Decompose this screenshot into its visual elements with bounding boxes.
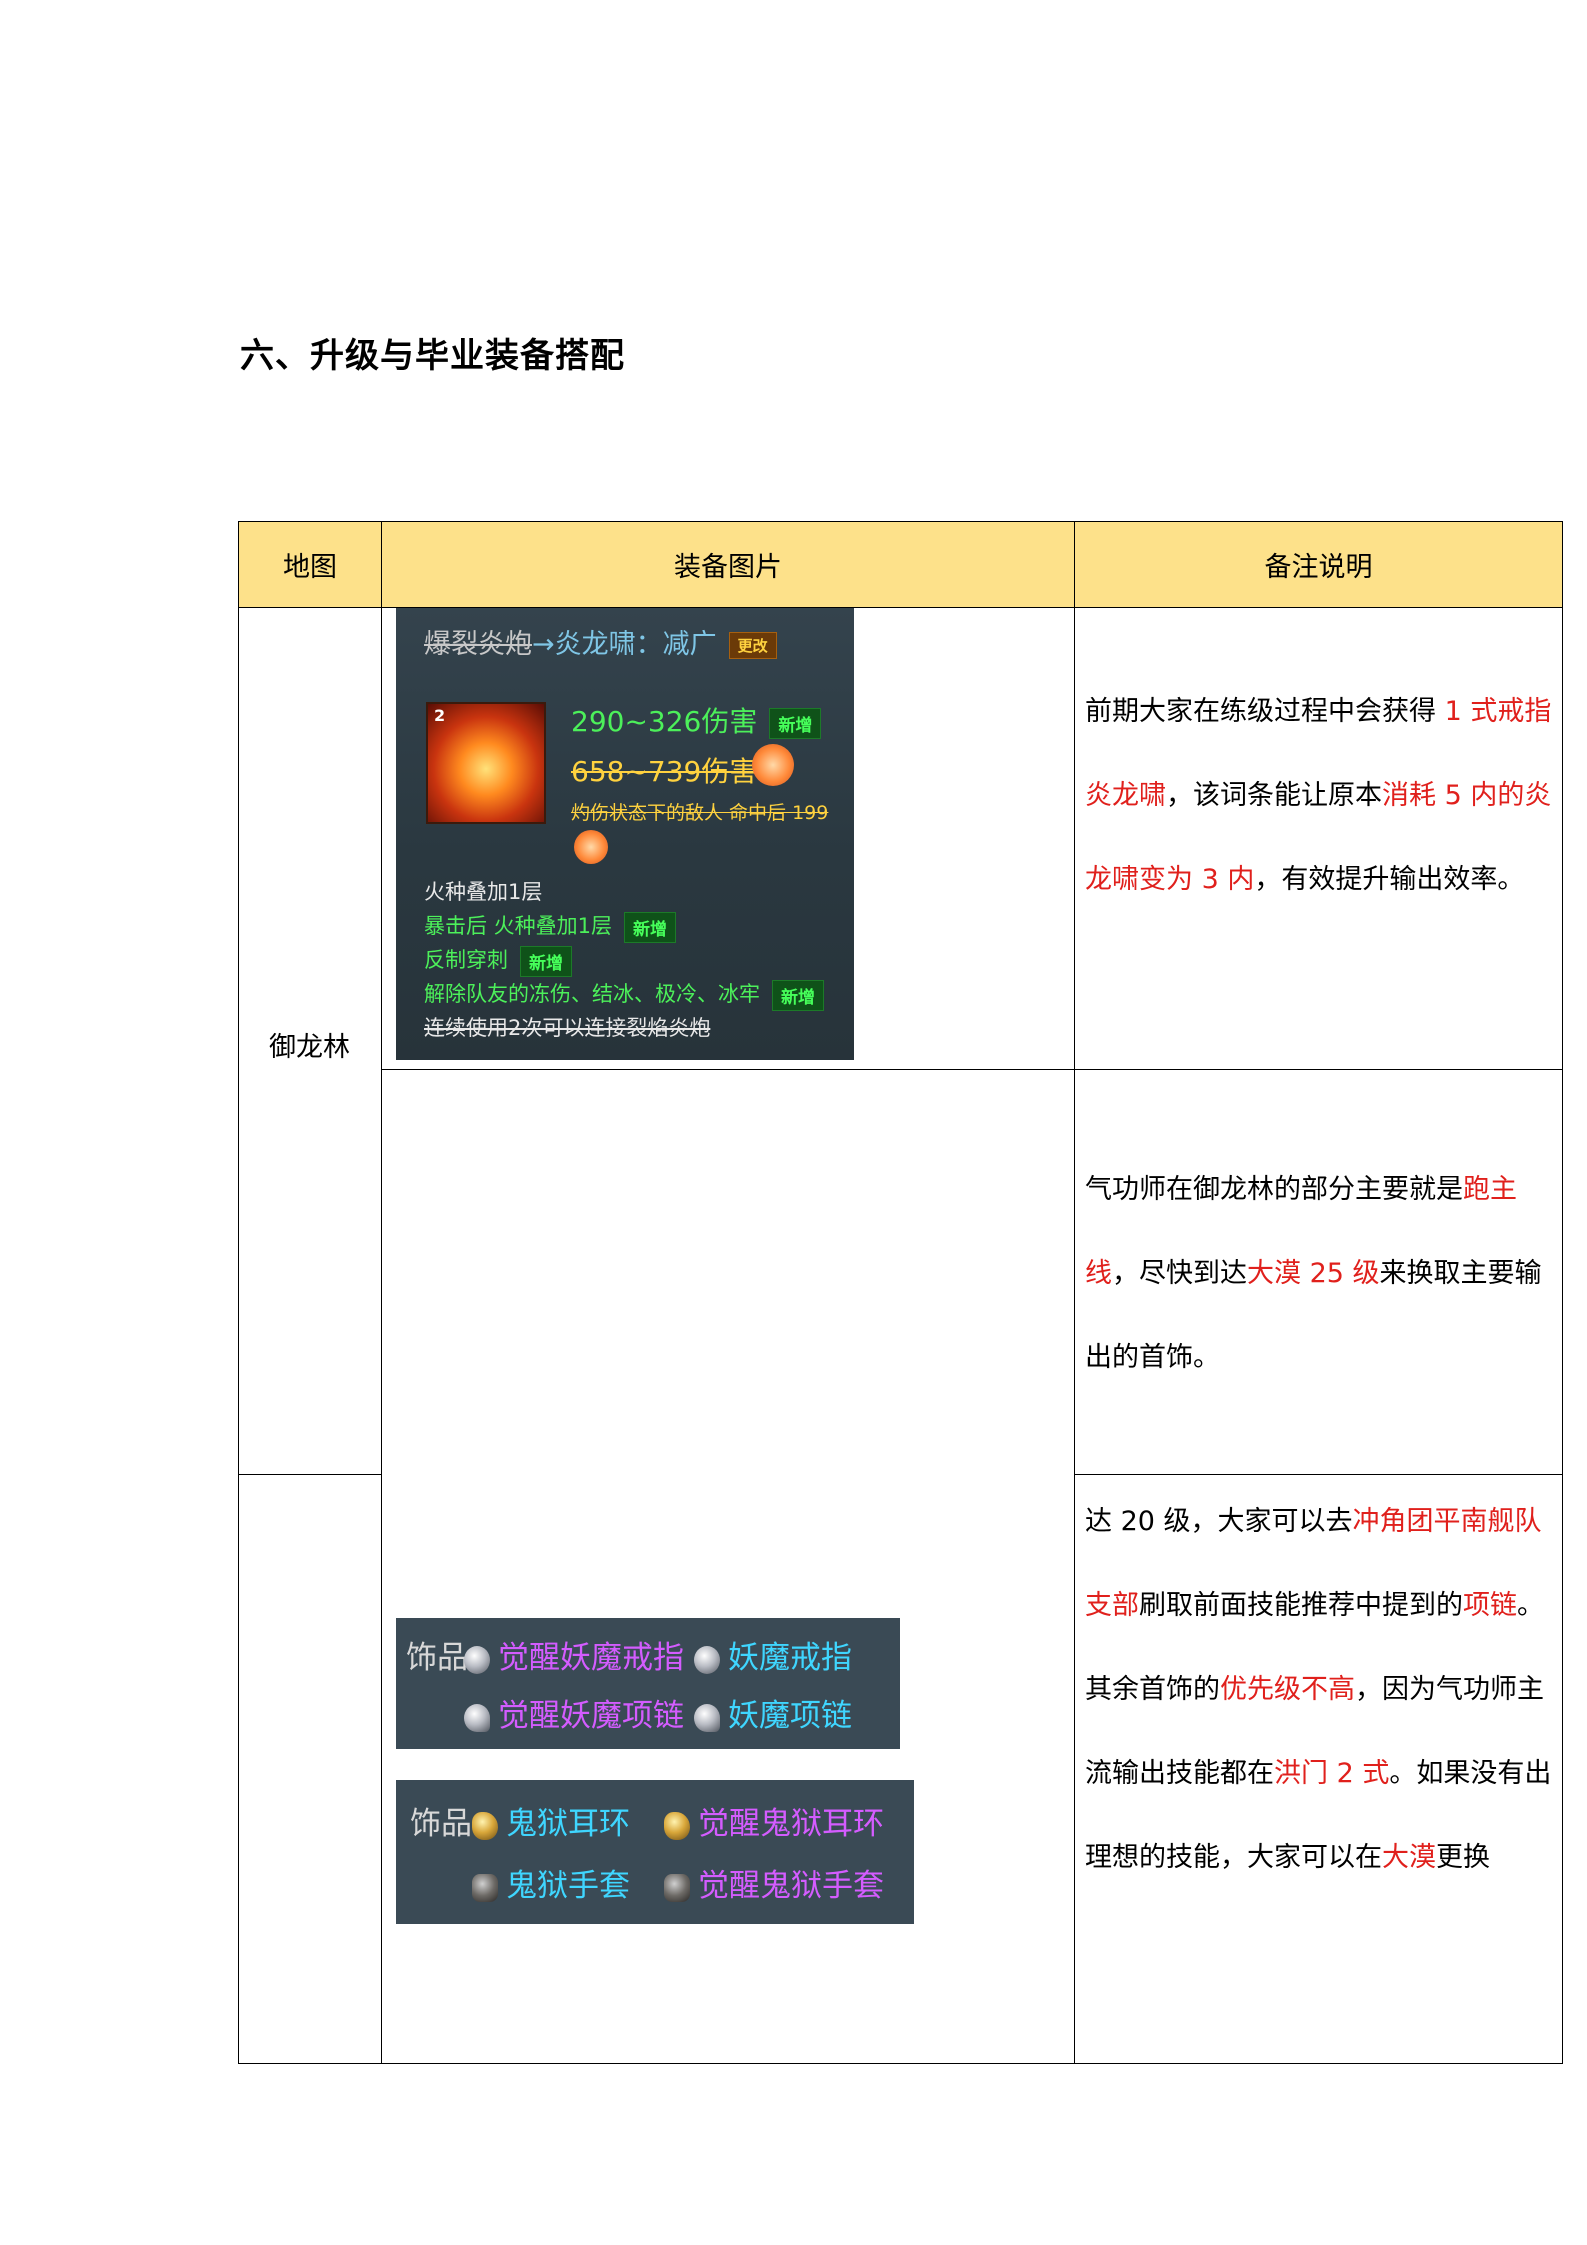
accessory-name: 鬼狱手套 (506, 1868, 630, 1904)
map-cell-empty (238, 1474, 382, 2064)
note-paragraph: 达 20 级，大家可以去冲角团平南舰队支部刷取前面技能推荐中提到的项链。 (1085, 1480, 1563, 1648)
header-equipment-image-label: 装备图片 (674, 552, 782, 583)
effect-line: 火种叠加1层 (424, 876, 542, 906)
burn-text: 灼伤状态下的敌人 命中后 199 (571, 802, 829, 824)
note-row-1: 前期大家在练级过程中会获得 1 式戒指炎龙啸，该词条能让原本消耗 5 内的炎龙啸… (1085, 670, 1563, 922)
necklace-icon (694, 1703, 720, 1732)
earring-icon (472, 1811, 498, 1840)
necklace-icon (464, 1703, 490, 1732)
old-skill-name: 爆裂炎炮 (424, 629, 532, 660)
note-text: 其余首饰的 (1085, 1674, 1220, 1705)
note-text: 。 (1517, 1590, 1544, 1621)
accessory-name: 鬼狱耳环 (506, 1806, 630, 1842)
glove-icon (472, 1873, 498, 1902)
note-text: ，有效提升输出效率。 (1254, 864, 1525, 895)
new-tag: 新增 (520, 945, 572, 977)
header-map-label: 地图 (283, 552, 337, 583)
note-paragraph: 气功师在御龙林的部分主要就是跑主线，尽快到达大漠 25 级来换取主要输出的首饰。 (1085, 1148, 1563, 1400)
arrow-icon: → (532, 629, 555, 660)
skill-tooltip-image: 爆裂炎炮→炎龙啸：减广 更改 2 290~326伤害 新增 658~739伤害 灼伤… (396, 608, 854, 1060)
skill-level: 2 (434, 706, 446, 725)
accessory-item: 觉醒鬼狱耳环 (664, 1798, 884, 1843)
note-row-3: 达 20 级，大家可以去冲角团平南舰队支部刷取前面技能推荐中提到的项链。 其余首饰… (1085, 1480, 1563, 1900)
accessory-item: 觉醒妖魔戒指 (464, 1632, 684, 1677)
glove-icon (664, 1873, 690, 1902)
note-text: 达 20 级，大家可以去 (1085, 1506, 1353, 1537)
header-notes: 备注说明 (1074, 521, 1563, 608)
effect-line: 连续使用2次可以连接裂焰炎炮 (424, 1012, 710, 1042)
note-highlight: 洪门 2 式 (1274, 1758, 1390, 1789)
header-map: 地图 (238, 521, 382, 608)
accessory-label: 饰品 (410, 1806, 472, 1842)
accessories-image-2: 饰品 鬼狱耳环 觉醒鬼狱耳环 鬼狱手套 觉醒鬼狱手套 (396, 1780, 914, 1924)
accessories-image-1: 饰品 觉醒妖魔戒指 妖魔戒指 觉醒妖魔项链 妖魔项链 (396, 1618, 900, 1749)
accessory-item: 鬼狱耳环 (472, 1798, 630, 1843)
note-highlight: 大漠 25 级 (1247, 1258, 1380, 1289)
effect-line: 反制穿刺 新增 (424, 944, 572, 977)
effect-text: 连续使用2次可以连接裂焰炎炮 (424, 1016, 711, 1040)
note-text: ，该词条能让原本 (1166, 780, 1382, 811)
section-heading: 六、升级与毕业装备搭配 (240, 336, 625, 376)
note-row-2: 气功师在御龙林的部分主要就是跑主线，尽快到达大漠 25 级来换取主要输出的首饰。 (1085, 1148, 1563, 1400)
effect-text: 暴击后 火种叠加1层 (424, 914, 613, 938)
note-highlight: 项链 (1463, 1590, 1517, 1621)
accessory-label: 饰品 (406, 1640, 468, 1676)
fist-icon (574, 830, 608, 864)
header-notes-label: 备注说明 (1264, 552, 1373, 583)
note-paragraph: 其余首饰的优先级不高，因为气功师主流输出技能都在洪门 2 式。如果没有出理想的技… (1085, 1648, 1563, 1900)
accessory-item: 觉醒妖魔项链 (464, 1690, 684, 1735)
new-tag: 新增 (772, 979, 824, 1011)
accessory-name: 觉醒鬼狱手套 (698, 1868, 884, 1904)
damage-new: 290~326伤害 (571, 705, 758, 738)
damage-new-line: 290~326伤害 新增 (571, 700, 822, 740)
header-equipment-image: 装备图片 (381, 521, 1075, 608)
earring-icon (664, 1811, 690, 1840)
accessory-name: 觉醒鬼狱耳环 (698, 1806, 884, 1842)
fist-icon (752, 744, 794, 786)
flame-skill-icon: 2 (426, 702, 546, 824)
effect-text: 火种叠加1层 (424, 880, 543, 904)
map-name: 御龙林 (269, 1032, 350, 1063)
effect-line: 解除队友的冻伤、结冰、极冷、冰牢 新增 (424, 978, 824, 1011)
accessory-item: 觉醒鬼狱手套 (664, 1860, 884, 1905)
accessory-item: 妖魔戒指 (694, 1632, 852, 1677)
skill-title-line: 爆裂炎炮→炎龙啸：减广 更改 (424, 622, 777, 661)
note-text: ，尽快到达 (1112, 1258, 1247, 1289)
note-highlight: 优先级不高 (1220, 1674, 1355, 1705)
note-text: 刷取前面技能推荐中提到的 (1139, 1590, 1463, 1621)
accessory-name: 觉醒妖魔项链 (498, 1698, 684, 1734)
new-tag: 新增 (769, 707, 822, 739)
new-skill-name: 炎龙啸：减广 (554, 629, 717, 660)
note-text: 更换 (1436, 1842, 1490, 1873)
accessory-name: 觉醒妖魔戒指 (498, 1640, 684, 1676)
effect-text: 反制穿刺 (424, 948, 508, 972)
accessory-name: 妖魔戒指 (728, 1640, 852, 1676)
ring-icon (694, 1645, 720, 1674)
accessory-item: 鬼狱手套 (472, 1860, 630, 1905)
accessory-name: 妖魔项链 (728, 1698, 852, 1734)
accessory-item: 妖魔项链 (694, 1690, 852, 1735)
effect-line: 暴击后 火种叠加1层 新增 (424, 910, 677, 943)
ring-icon (464, 1645, 490, 1674)
effect-text: 解除队友的冻伤、结冰、极冷、冰牢 (424, 982, 760, 1006)
new-tag: 新增 (624, 911, 677, 943)
note-text: 气功师在御龙林的部分主要就是 (1085, 1174, 1463, 1205)
note-text: 前期大家在练级过程中会获得 (1085, 696, 1445, 727)
note-highlight: 大漠 (1382, 1842, 1436, 1873)
damage-old: 658~739伤害 (571, 755, 758, 788)
note-paragraph: 前期大家在练级过程中会获得 1 式戒指炎龙啸，该词条能让原本消耗 5 内的炎龙啸… (1085, 670, 1563, 922)
change-tag: 更改 (728, 632, 777, 659)
